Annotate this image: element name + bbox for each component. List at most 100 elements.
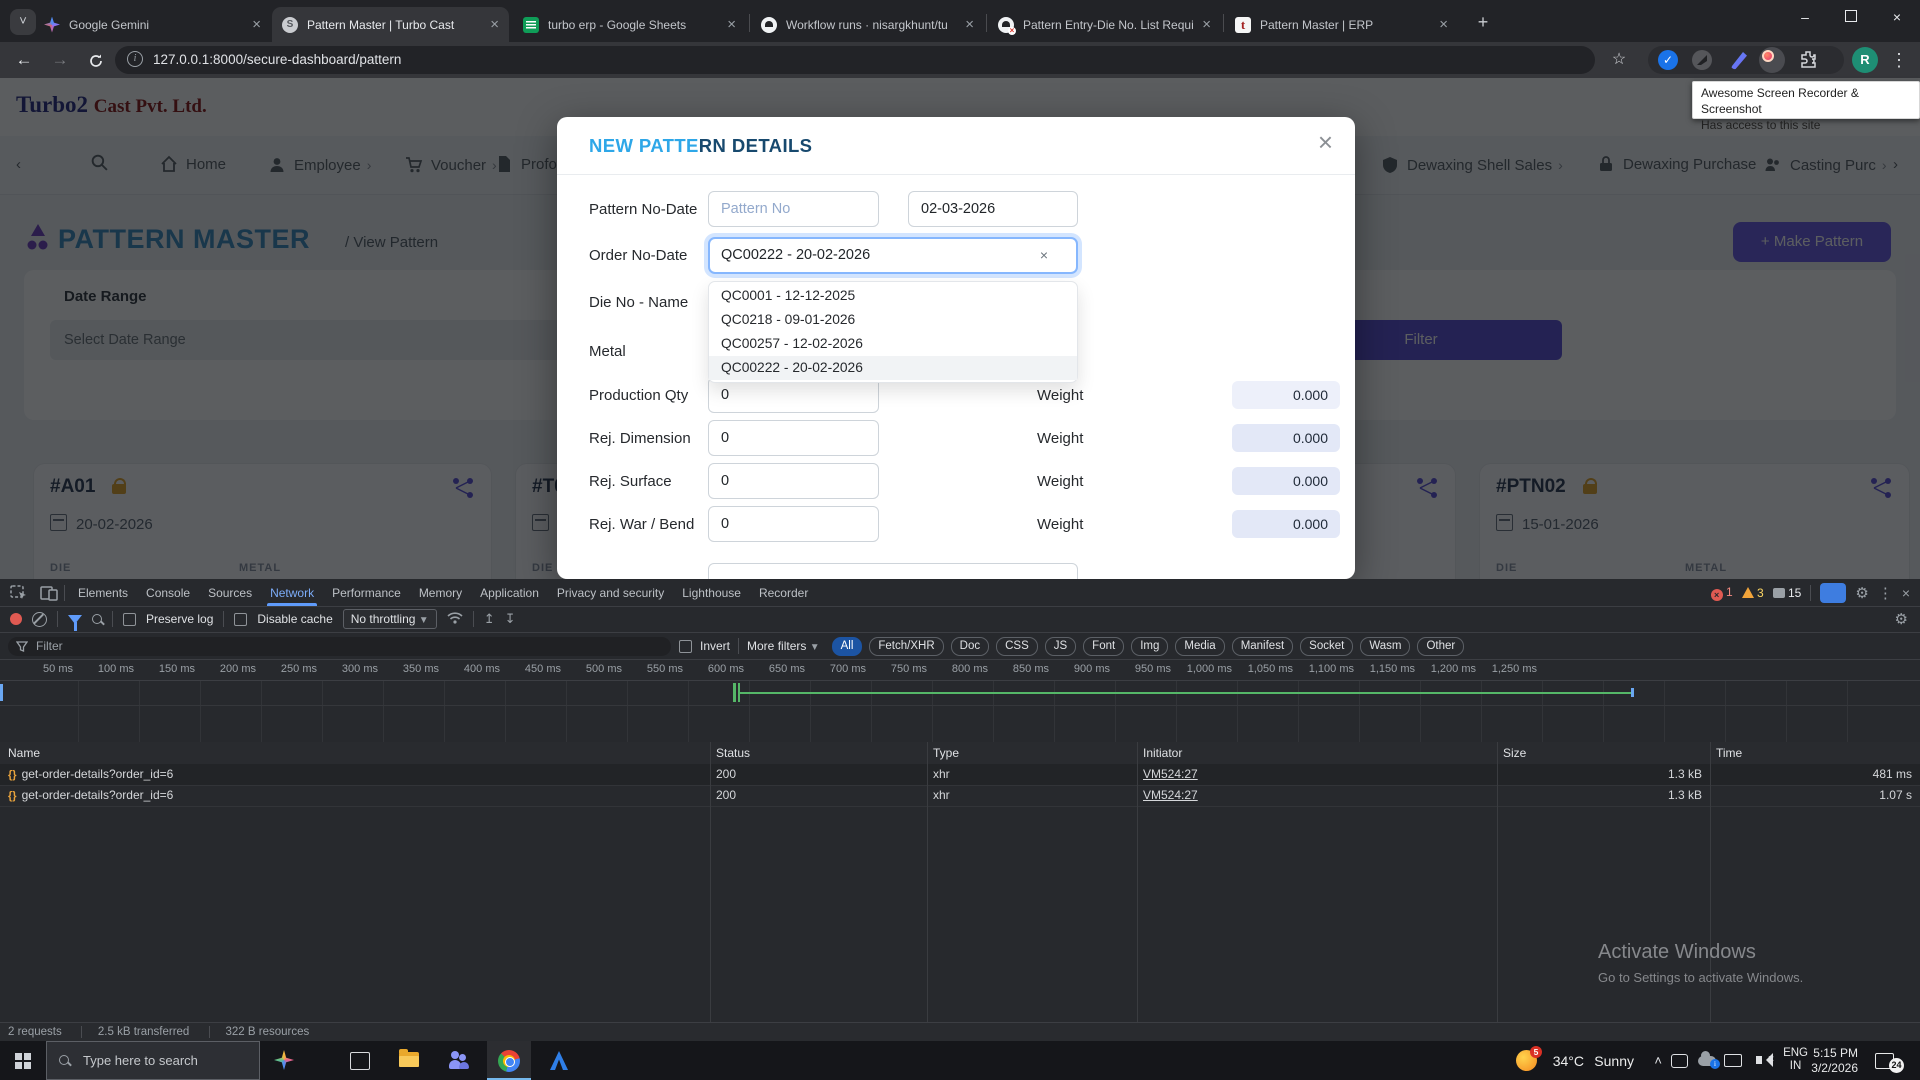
network-filter-funnel-icon[interactable]: [68, 615, 82, 624]
forward-button[interactable]: →: [46, 46, 74, 74]
network-conditions-icon[interactable]: [447, 611, 463, 628]
people-app-button[interactable]: [437, 1041, 481, 1080]
blue-app-button[interactable]: [537, 1041, 581, 1080]
filter-chip-other[interactable]: Other: [1417, 637, 1464, 656]
browser-tab-gemini[interactable]: Google Gemini ×: [34, 7, 271, 42]
column-header-status[interactable]: Status: [716, 742, 750, 764]
devtools-tab-memory[interactable]: Memory: [410, 580, 471, 606]
column-header-name[interactable]: Name: [8, 742, 40, 764]
browser-menu-kebab-icon[interactable]: ⋮: [1886, 47, 1912, 73]
more-filters-dropdown[interactable]: More filters ▼: [747, 639, 820, 653]
devtools-kebab-menu-icon[interactable]: ⋮: [1878, 584, 1893, 602]
extension-pen-icon[interactable]: [1728, 50, 1748, 70]
copilot-button[interactable]: [262, 1041, 306, 1080]
column-header-time[interactable]: Time: [1716, 742, 1742, 764]
network-display-icon[interactable]: [1724, 1054, 1742, 1067]
devtools-tab-sources[interactable]: Sources: [199, 580, 261, 606]
device-toolbar-icon[interactable]: [40, 585, 60, 601]
filter-chip-img[interactable]: Img: [1131, 637, 1168, 656]
network-filter-input[interactable]: [34, 638, 638, 654]
tab-close-icon[interactable]: ×: [1439, 16, 1448, 33]
network-search-icon[interactable]: [92, 614, 102, 624]
pattern-no-input[interactable]: [708, 191, 879, 227]
inspect-element-icon[interactable]: [10, 585, 30, 601]
network-request-row[interactable]: {}get-order-details?order_id=6 200 xhr V…: [0, 785, 1920, 807]
filter-chip-font[interactable]: Font: [1083, 637, 1124, 656]
window-maximize-button[interactable]: [1828, 0, 1874, 36]
weather-condition[interactable]: Sunny: [1594, 1053, 1634, 1069]
next-row-partial-input[interactable]: [708, 563, 1078, 579]
modal-close-icon[interactable]: ×: [1318, 129, 1333, 155]
browser-tab-pattern-master-erp[interactable]: t Pattern Master | ERP ×: [1225, 7, 1458, 42]
taskbar-clock[interactable]: 5:15 PM 3/2/2026: [1811, 1046, 1858, 1076]
order-clear-icon[interactable]: ×: [1040, 239, 1048, 272]
devtools-tab-application[interactable]: Application: [471, 580, 548, 606]
order-no-combobox[interactable]: QC00222 - 20-02-2026 ×: [708, 237, 1078, 274]
filter-chip-js[interactable]: JS: [1045, 637, 1076, 656]
devtools-tab-performance[interactable]: Performance: [323, 580, 410, 606]
filter-chip-css[interactable]: CSS: [996, 637, 1038, 656]
console-errors-badge[interactable]: × 1: [1711, 585, 1733, 601]
browser-tab-workflow-runs[interactable]: Workflow runs · nisargkhunt/tu ×: [751, 7, 984, 42]
browser-tab-pattern-master-active[interactable]: S Pattern Master | Turbo Cast ×: [272, 7, 509, 42]
window-minimize-button[interactable]: –: [1782, 0, 1828, 36]
devtools-tab-network[interactable]: Network: [261, 580, 323, 606]
tab-close-icon[interactable]: ×: [490, 16, 499, 33]
window-close-button[interactable]: ×: [1874, 0, 1920, 36]
taskbar-search-box[interactable]: Type here to search: [46, 1041, 260, 1080]
filter-chip-manifest[interactable]: Manifest: [1232, 637, 1293, 656]
rej-war-bend-input[interactable]: [708, 506, 879, 542]
bookmark-star-icon[interactable]: ☆: [1606, 47, 1632, 73]
filter-chip-doc[interactable]: Doc: [951, 637, 989, 656]
address-bar[interactable]: i127.0.0.1:8000/secure-dashboard/pattern: [115, 46, 1595, 74]
column-header-initiator[interactable]: Initiator: [1143, 742, 1182, 764]
filter-chip-socket[interactable]: Socket: [1300, 637, 1353, 656]
rej-surface-input[interactable]: [708, 463, 879, 499]
network-filter-box[interactable]: [8, 637, 671, 656]
dropdown-option[interactable]: QC00257 - 12-02-2026: [709, 332, 1077, 356]
snip-tray-icon[interactable]: [1671, 1054, 1688, 1068]
network-settings-gear-icon[interactable]: ⚙: [1895, 610, 1908, 628]
pattern-date-input[interactable]: [908, 191, 1078, 227]
devtools-close-icon[interactable]: ×: [1902, 585, 1910, 601]
preserve-log-checkbox[interactable]: [123, 613, 136, 626]
column-header-size[interactable]: Size: [1503, 742, 1526, 764]
weather-temp[interactable]: 34°C: [1553, 1053, 1584, 1069]
tab-close-icon[interactable]: ×: [727, 16, 736, 33]
device-frame-button[interactable]: [1820, 583, 1846, 603]
devtools-tab-privacy[interactable]: Privacy and security: [548, 580, 673, 606]
extensions-puzzle-icon[interactable]: [1798, 49, 1818, 74]
console-warnings-badge[interactable]: 3: [1742, 586, 1764, 600]
tab-close-icon[interactable]: ×: [1202, 16, 1211, 33]
record-network-log-button[interactable]: [10, 613, 22, 625]
devtools-tab-elements[interactable]: Elements: [69, 580, 137, 606]
speaker-muted-icon[interactable]: [1756, 1056, 1762, 1064]
extension-dark-icon[interactable]: [1692, 50, 1712, 70]
invert-checkbox[interactable]: [679, 640, 692, 653]
disable-cache-checkbox[interactable]: [234, 613, 247, 626]
initiator-link[interactable]: VM524:27: [1143, 785, 1198, 806]
language-indicator[interactable]: ENGIN: [1783, 1047, 1808, 1073]
devtools-tab-console[interactable]: Console: [137, 580, 199, 606]
filter-chip-wasm[interactable]: Wasm: [1360, 637, 1410, 656]
filter-chip-fetch-xhr[interactable]: Fetch/XHR: [869, 637, 943, 656]
extension-check-icon[interactable]: ✓: [1658, 50, 1678, 70]
browser-tab-pattern-entry[interactable]: × Pattern Entry-Die No. List Requi ×: [988, 7, 1221, 42]
reload-button[interactable]: [82, 46, 110, 74]
rej-dimension-input[interactable]: [708, 420, 879, 456]
export-har-icon[interactable]: ↧: [505, 611, 516, 627]
filter-chip-media[interactable]: Media: [1175, 637, 1224, 656]
initiator-link[interactable]: VM524:27: [1143, 764, 1198, 785]
devtools-tab-lighthouse[interactable]: Lighthouse: [673, 580, 750, 606]
devtools-settings-gear-icon[interactable]: ⚙: [1855, 584, 1868, 602]
chrome-taskbar-button[interactable]: [487, 1041, 531, 1080]
profile-avatar[interactable]: R: [1852, 47, 1878, 73]
start-button[interactable]: [0, 1041, 46, 1080]
browser-tab-sheets[interactable]: turbo erp - Google Sheets ×: [513, 7, 746, 42]
dropdown-option[interactable]: QC0218 - 09-01-2026: [709, 308, 1077, 332]
file-explorer-button[interactable]: [387, 1041, 431, 1080]
tray-chevron-up-icon[interactable]: ˄: [1654, 1053, 1662, 1068]
throttling-select[interactable]: No throttling ▼: [343, 609, 437, 629]
devtools-tab-recorder[interactable]: Recorder: [750, 580, 817, 606]
dropdown-option[interactable]: QC0001 - 12-12-2025: [709, 284, 1077, 308]
